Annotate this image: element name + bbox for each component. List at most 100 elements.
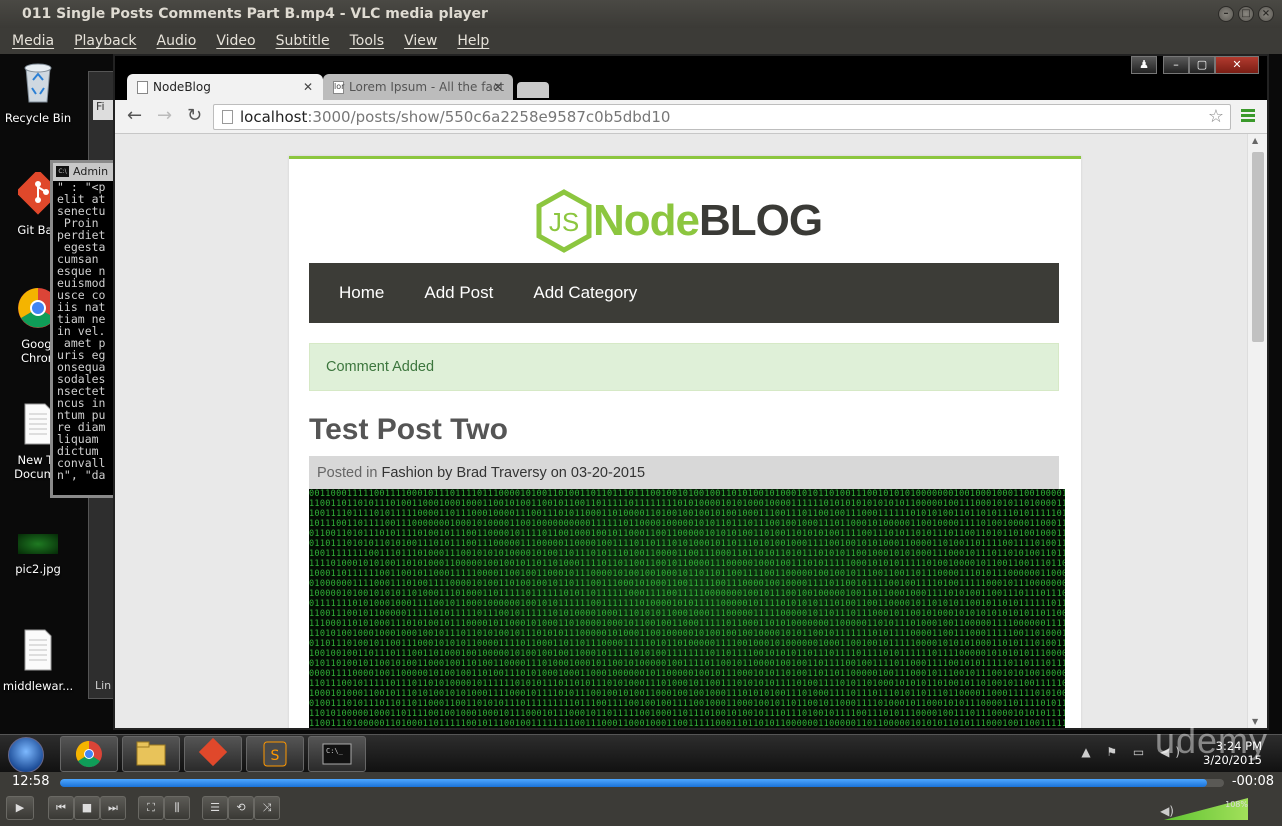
taskbar-chrome[interactable]: [60, 736, 118, 772]
play-button[interactable]: ▶: [6, 796, 34, 820]
chrome-menu-icon[interactable]: [1241, 109, 1255, 124]
meta-category[interactable]: Fashion: [382, 465, 434, 481]
meta-date: 03-20-2015: [570, 465, 646, 481]
lorem-ipsum-favicon-icon: lor: [333, 81, 344, 94]
taskbar-cmd[interactable]: C:\_: [308, 736, 366, 772]
minimize-icon[interactable]: –: [1218, 6, 1234, 22]
site-logo[interactable]: JS NodeBLOG: [535, 189, 823, 253]
text-document-icon: [24, 403, 52, 445]
tab-nodeblog[interactable]: NodeBlog ✕: [127, 74, 323, 100]
page-viewport: JS NodeBLOG Home Add Post Add Category C…: [115, 134, 1247, 728]
git-icon: [198, 737, 228, 767]
background-window-status: Lin: [95, 679, 112, 692]
close-icon[interactable]: ×: [1258, 6, 1274, 22]
taskbar-explorer[interactable]: [122, 736, 180, 772]
close-tab-icon[interactable]: ✕: [493, 74, 503, 100]
loop-icon[interactable]: ⟲: [228, 796, 254, 820]
windows-start-icon[interactable]: [8, 737, 44, 772]
post-image: 0011000111110011110001011101111011100001…: [309, 489, 1065, 728]
new-tab-button[interactable]: [517, 82, 549, 98]
nav-add-post[interactable]: Add Post: [424, 283, 493, 303]
chrome-window: ♟ – ▢ ✕ NodeBlog ✕ lor Lorem Ipsum - All…: [113, 54, 1269, 730]
menu-media[interactable]: Media: [12, 28, 54, 54]
menu-subtitle[interactable]: Subtitle: [276, 28, 330, 54]
svg-text:S: S: [271, 748, 280, 764]
volume-label: 108%: [1225, 800, 1248, 809]
meta-prefix: Posted in: [317, 465, 382, 481]
back-icon[interactable]: ←: [127, 106, 142, 126]
folder-icon: [136, 741, 166, 766]
tab-label: NodeBlog: [153, 80, 211, 94]
page-scrollbar[interactable]: ▲ ▼: [1247, 134, 1267, 728]
desktop-icon-label: pic2.jpg: [15, 562, 61, 576]
text-document-icon: [24, 629, 52, 671]
vlc-window-title: 011 Single Posts Comments Part B.mp4 - V…: [22, 6, 488, 22]
next-icon[interactable]: ⏭: [100, 796, 126, 820]
js-hexagon-icon: JS: [536, 189, 592, 253]
shuffle-icon[interactable]: ⤨: [254, 796, 280, 820]
menu-video[interactable]: Video: [216, 28, 255, 54]
command-prompt-title: Admin: [53, 163, 117, 181]
logo-blog: BLOG: [699, 196, 823, 245]
remaining-time[interactable]: -00:08: [1232, 774, 1274, 789]
menu-tools[interactable]: Tools: [350, 28, 385, 54]
logo-badge-text: JS: [549, 207, 579, 237]
profile-icon[interactable]: ♟: [1131, 56, 1157, 74]
image-thumbnail-icon: [18, 534, 58, 554]
desktop-icon-recycle-bin: Recycle Bin: [0, 60, 76, 125]
reload-icon[interactable]: ↻: [187, 106, 202, 126]
vlc-title-bar: 011 Single Posts Comments Part B.mp4 - V…: [0, 0, 1282, 28]
nav-home[interactable]: Home: [339, 283, 384, 303]
menu-playback[interactable]: Playback: [74, 28, 136, 54]
close-icon[interactable]: ✕: [1215, 56, 1259, 74]
scrollbar-thumb[interactable]: [1252, 152, 1264, 342]
url-path: :3000/posts/show/550c6a2258e9587c0b5dbd1…: [307, 108, 671, 126]
meta-by: by: [433, 465, 457, 481]
chrome-toolbar: ← → ↻ localhost:3000/posts/show/550c6a22…: [115, 100, 1267, 134]
success-alert: Comment Added: [309, 343, 1059, 391]
address-bar[interactable]: localhost:3000/posts/show/550c6a2258e958…: [213, 104, 1231, 130]
site-nav: Home Add Post Add Category: [309, 263, 1059, 323]
stop-icon[interactable]: ■: [74, 796, 100, 820]
terminal-icon: C:\_: [322, 743, 352, 765]
page-icon: [137, 81, 148, 94]
background-window-fragment: Fi: [93, 100, 115, 120]
binary-code-image: 0011000111110011110001011101111011100001…: [309, 489, 1065, 728]
playlist-icon[interactable]: ☰: [202, 796, 228, 820]
video-frame: Recycle Bin Git Bas Googl Chron New Te D…: [0, 54, 1282, 772]
close-tab-icon[interactable]: ✕: [303, 74, 313, 100]
extended-settings-icon[interactable]: ⫼: [164, 796, 190, 820]
menu-view[interactable]: View: [404, 28, 437, 54]
fullscreen-icon[interactable]: ⛶: [138, 796, 164, 820]
post-meta: Posted in Fashion by Brad Traversy on 03…: [309, 456, 1059, 490]
maximize-icon[interactable]: □: [1238, 6, 1254, 22]
elapsed-time: 12:58: [12, 774, 50, 789]
recycle-bin-icon: [24, 63, 52, 103]
desktop-icon-label: Recycle Bin: [4, 111, 72, 125]
previous-icon[interactable]: ⏮: [48, 796, 74, 820]
meta-author: Brad Traversy: [456, 465, 547, 481]
bookmark-star-icon[interactable]: ☆: [1208, 105, 1224, 129]
logo-wordmark: NodeBLOG: [593, 196, 823, 246]
restore-icon[interactable]: ▢: [1189, 56, 1215, 74]
post-title: Test Post Two: [309, 413, 508, 446]
vlc-window: 011 Single Posts Comments Part B.mp4 - V…: [0, 0, 1282, 826]
chrome-icon: [75, 740, 102, 768]
menu-help[interactable]: Help: [457, 28, 489, 54]
vlc-controls: 12:58 -00:08 ▶ ⏮ ■ ⏭ ⛶ ⫼ ☰ ⟲ ⤨ ◀) 108%: [0, 772, 1282, 826]
desktop-icon-middleware: middlewar...: [0, 628, 76, 693]
minimize-icon[interactable]: –: [1163, 56, 1189, 74]
scroll-up-icon[interactable]: ▲: [1252, 136, 1258, 145]
svg-text:C:\_: C:\_: [326, 747, 344, 755]
menu-audio[interactable]: Audio: [157, 28, 197, 54]
seek-slider[interactable]: [60, 779, 1224, 787]
meta-on: on: [546, 465, 571, 481]
vlc-menu-bar: Media Playback Audio Video Subtitle Tool…: [0, 28, 1282, 54]
logo-node: Node: [593, 196, 700, 245]
taskbar-sublime[interactable]: S: [246, 736, 304, 772]
nav-add-category[interactable]: Add Category: [533, 283, 637, 303]
desktop-icon-pic2: pic2.jpg: [0, 534, 76, 576]
forward-icon[interactable]: →: [157, 106, 172, 126]
taskbar-git[interactable]: [184, 736, 242, 772]
tab-lorem-ipsum[interactable]: lor Lorem Ipsum - All the fact ✕: [323, 74, 513, 100]
